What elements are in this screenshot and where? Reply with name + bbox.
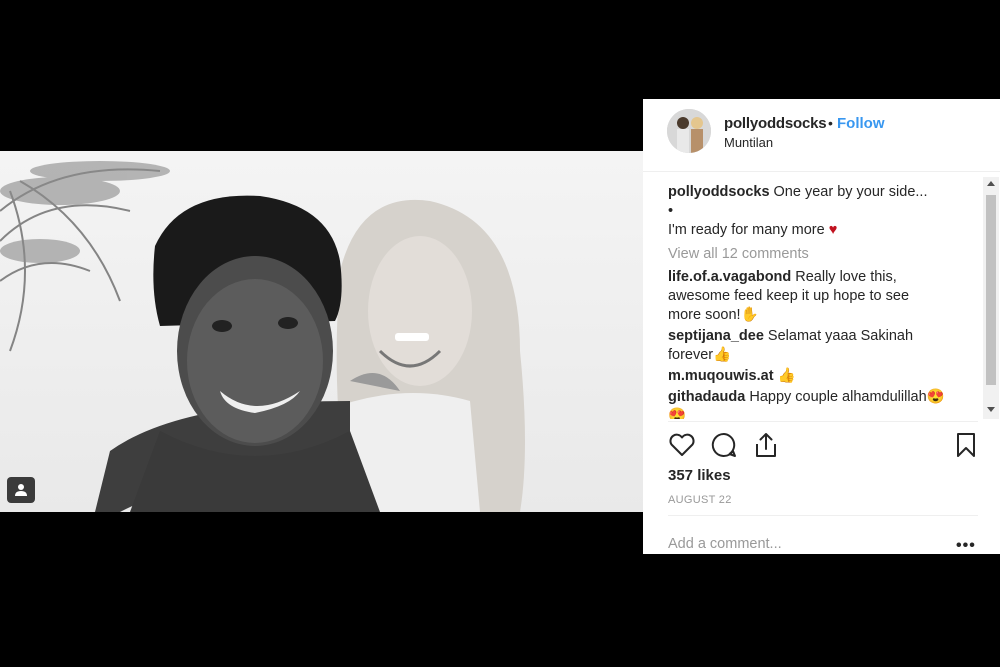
heart-emoji: ♥ — [828, 222, 838, 238]
comment-item: life.of.a.vagabond Really love this, awes… — [668, 268, 968, 325]
caption-line2: • — [668, 203, 674, 219]
more-options-icon[interactable]: ••• — [956, 537, 976, 555]
comments-scrollbar[interactable] — [983, 177, 999, 419]
user-tag-icon[interactable] — [7, 477, 35, 503]
comment-item: githadauda Happy couple alhamdulillah😍😍 — [668, 388, 968, 419]
comment-emoji: 👍 — [777, 368, 796, 384]
comments-list[interactable]: pollyoddsocks One year by your side... • … — [668, 183, 968, 419]
post-photo[interactable] — [0, 151, 643, 512]
caption: pollyoddsocks One year by your side... • … — [668, 183, 968, 240]
post-actions — [668, 431, 978, 461]
post-side-panel: pollyoddsocks • Follow Muntilan pollyodd… — [643, 99, 1000, 554]
divider — [668, 421, 978, 422]
scroll-up-arrow-icon[interactable] — [987, 181, 995, 186]
caption-username[interactable]: pollyoddsocks — [668, 184, 770, 200]
like-heart-icon[interactable] — [668, 431, 696, 459]
caption-line1: One year by your side... — [773, 184, 928, 200]
share-icon[interactable] — [752, 431, 780, 459]
comment-emoji: 👍 — [713, 347, 732, 363]
comment-username[interactable]: m.muqouwis.at — [668, 368, 774, 384]
avatar[interactable] — [667, 109, 711, 153]
location-link[interactable]: Muntilan — [724, 135, 773, 150]
likes-count[interactable]: 357 likes — [668, 467, 731, 484]
follow-button[interactable]: Follow — [837, 115, 885, 132]
save-bookmark-icon[interactable] — [952, 431, 980, 459]
scroll-down-arrow-icon[interactable] — [987, 407, 995, 412]
view-all-comments-link[interactable]: View all 12 comments — [668, 245, 968, 264]
comment-emoji: ✋ — [740, 307, 759, 323]
comment-username[interactable]: septijana_dee — [668, 328, 764, 344]
comment-item: m.muqouwis.at 👍 — [668, 367, 968, 386]
post-date[interactable]: AUGUST 22 — [668, 494, 732, 506]
scrollbar-thumb[interactable] — [986, 195, 996, 385]
username-link[interactable]: pollyoddsocks — [724, 115, 827, 132]
post-photo-area — [0, 99, 643, 554]
separator-dot: • — [828, 115, 833, 131]
comment-username[interactable]: githadauda — [668, 389, 745, 405]
comment-username[interactable]: life.of.a.vagabond — [668, 269, 791, 285]
caption-line3: I'm ready for many more — [668, 222, 825, 238]
comment-item: septijana_dee Selamat yaaa Sakinah foreve… — [668, 327, 968, 365]
add-comment-input[interactable]: Add a comment... — [668, 536, 782, 552]
comment-text: Happy couple alhamdulillah — [749, 389, 927, 405]
post-header: pollyoddsocks • Follow Muntilan — [643, 99, 1000, 172]
comment-bubble-icon[interactable] — [710, 431, 738, 459]
divider — [668, 515, 978, 516]
